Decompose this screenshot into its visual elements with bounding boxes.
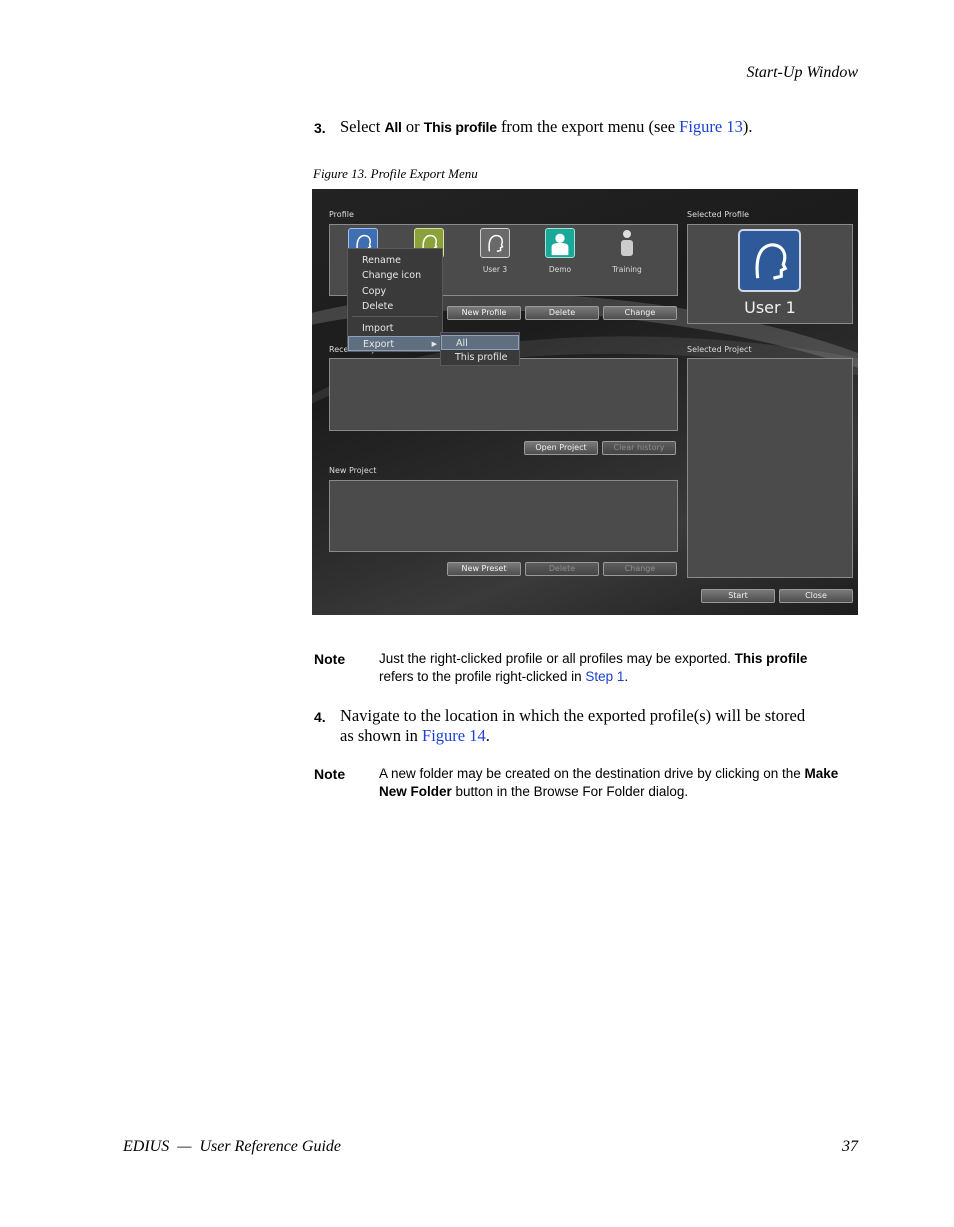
delete-profile-button[interactable]: Delete [525, 306, 599, 320]
profile-context-menu: Rename Change icon Copy Delete Import Ex… [347, 248, 443, 352]
selected-user-avatar-icon [738, 229, 801, 292]
running-header: Start-Up Window [746, 64, 858, 81]
selected-project-panel [687, 358, 853, 578]
note-2-text: A new folder may be created on the desti… [379, 765, 838, 801]
submenu-arrow-icon: ▶ [431, 340, 437, 348]
menu-item-import[interactable]: Import [348, 321, 442, 336]
new-preset-button[interactable]: New Preset [447, 562, 521, 576]
selected-project-label: Selected Project [687, 345, 752, 354]
menu-item-delete[interactable]: Delete [348, 299, 442, 314]
footer-guide-title: EDIUS — User Reference Guide [123, 1138, 342, 1155]
profile-name: Demo [548, 265, 572, 274]
step-4-end: . [485, 726, 490, 745]
close-button[interactable]: Close [779, 589, 853, 603]
note-2-line-1: A new folder may be created on the desti… [379, 766, 805, 781]
selected-user-name: User 1 [744, 298, 796, 317]
step-1-link[interactable]: Step 1 [585, 669, 624, 684]
change-preset-button[interactable]: Change [603, 562, 677, 576]
new-project-label: New Project [329, 466, 377, 475]
figure-13-link[interactable]: Figure 13 [679, 117, 743, 136]
step-3-text: Select All or This profile from the expo… [340, 117, 753, 137]
note-1-bold: This profile [734, 651, 808, 666]
figure-caption: Figure 13. Profile Export Menu [313, 166, 478, 181]
menu-item-rename[interactable]: Rename [348, 253, 442, 268]
step-3-rest: from the export menu (see [496, 117, 680, 136]
new-project-list[interactable] [329, 480, 678, 552]
step-3-or: or [401, 117, 424, 136]
submenu-item-all[interactable]: All [441, 335, 519, 350]
delete-preset-button[interactable]: Delete [525, 562, 599, 576]
page-number: 37 [842, 1138, 858, 1155]
selected-profile-label: Selected Profile [687, 210, 750, 219]
note-1-label: Note [314, 651, 346, 667]
note-1-end: . [624, 669, 629, 684]
clear-history-button[interactable]: Clear history [602, 441, 676, 455]
note-1-line-1: Just the right-clicked profile or all pr… [379, 651, 735, 666]
step-3-end: ). [742, 117, 753, 136]
step-4-text: Navigate to the location in which the ex… [340, 706, 805, 746]
profile-label: Profile [329, 210, 354, 219]
demo-avatar-icon[interactable] [545, 228, 575, 258]
menu-item-change-icon[interactable]: Change icon [348, 268, 442, 283]
export-submenu: All This profile [440, 332, 520, 366]
recent-project-list[interactable] [329, 358, 678, 431]
note-2-bold-make: Make [804, 766, 839, 781]
option-all: All [384, 119, 402, 135]
option-this-profile: This profile [423, 119, 497, 135]
menu-item-export-label: Export [363, 339, 395, 350]
menu-item-export[interactable]: Export ▶ [348, 336, 442, 351]
menu-separator [352, 316, 438, 317]
selected-profile-panel: User 1 [687, 224, 853, 324]
open-project-button[interactable]: Open Project [524, 441, 598, 455]
note-1-text: Just the right-clicked profile or all pr… [379, 650, 807, 686]
new-profile-button[interactable]: New Profile [447, 306, 521, 320]
note-2-line-2: button in the Browse For Folder dialog. [451, 784, 689, 799]
profile-screenshot: Profile User 3 Demo Training New Profile… [312, 189, 858, 615]
menu-item-copy[interactable]: Copy [348, 284, 442, 299]
start-button[interactable]: Start [701, 589, 775, 603]
change-profile-button[interactable]: Change [603, 306, 677, 320]
step-3-number: 3. [314, 120, 326, 136]
note-2-label: Note [314, 766, 346, 782]
figure-14-link[interactable]: Figure 14 [422, 726, 486, 745]
step-4-line-2: as shown in [340, 726, 423, 745]
profile-name: Training [612, 265, 642, 274]
step-4-number: 4. [314, 709, 326, 725]
submenu-item-this-profile[interactable]: This profile [441, 350, 519, 365]
profile-name: User 3 [482, 265, 508, 274]
step-3-select: Select [340, 117, 385, 136]
note-1-line-2: refers to the profile right-clicked in [379, 669, 586, 684]
step-4-line-1: Navigate to the location in which the ex… [340, 706, 806, 725]
training-avatar-icon[interactable] [612, 228, 642, 258]
note-2-bold-new-folder: New Folder [379, 784, 452, 799]
user-3-avatar-icon[interactable] [480, 228, 510, 258]
